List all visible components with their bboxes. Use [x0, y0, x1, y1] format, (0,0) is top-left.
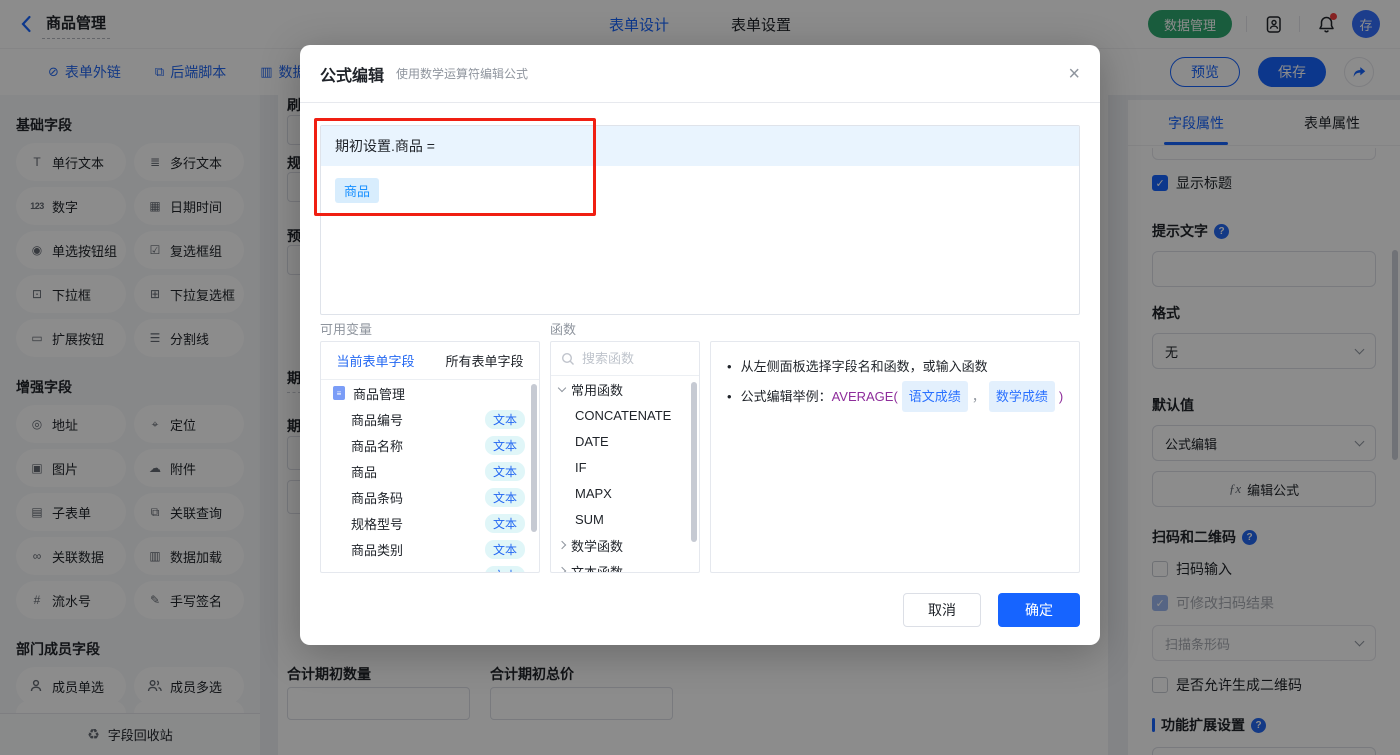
function-item[interactable]: SUM — [551, 506, 699, 532]
variable-item[interactable]: 商品 文本 — [321, 458, 539, 484]
variable-item[interactable]: 商品条码 文本 — [321, 484, 539, 510]
variable-item[interactable]: 文本 — [321, 562, 539, 572]
variable-item[interactable]: 商品编号 文本 — [321, 406, 539, 432]
tab-current-form-fields[interactable]: 当前表单字段 — [321, 342, 430, 379]
example-field-tag: 数学成绩 — [988, 381, 1055, 412]
field-type-badge: 文本 — [484, 409, 525, 429]
field-type-badge: 文本 — [484, 435, 525, 455]
function-item[interactable]: CONCATENATE — [551, 402, 699, 428]
modal-header: 公式编辑 使用数学运算符编辑公式 × — [300, 45, 1100, 103]
variables-scrollbar[interactable] — [531, 384, 537, 532]
chevron-right-icon — [557, 540, 567, 550]
tab-all-form-fields[interactable]: 所有表单字段 — [430, 342, 539, 379]
function-group-common[interactable]: 常用函数 — [551, 376, 699, 402]
chevron-down-icon — [557, 383, 567, 392]
function-group-math[interactable]: 数学函数 — [551, 532, 699, 558]
functions-pane: 常用函数 CONCATENATE DATE IF MAPX SUM 数学函数 文… — [550, 341, 700, 573]
function-search-input[interactable] — [582, 351, 682, 366]
example-function-close: ) — [1058, 389, 1064, 404]
annotation-highlight-box — [314, 118, 596, 216]
variables-tabs: 当前表单字段 所有表单字段 — [321, 342, 539, 380]
formula-help-pane: 从左侧面板选择字段名和函数，或输入函数 公式编辑举例： AVERAGE( 语文成… — [710, 341, 1080, 573]
cancel-button[interactable]: 取消 — [903, 593, 981, 627]
example-function-open: AVERAGE( — [831, 389, 898, 404]
field-type-badge: 文本 — [484, 487, 525, 507]
function-item[interactable]: DATE — [551, 428, 699, 454]
confirm-button[interactable]: 确定 — [998, 593, 1080, 627]
functions-scrollbar[interactable] — [691, 382, 697, 542]
field-type-badge: 文本 — [484, 461, 525, 481]
field-type-badge: 文本 — [484, 565, 525, 572]
chevron-right-icon — [557, 566, 567, 572]
form-designer-app: 商品管理 表单设计 表单设置 数据管理 存 ⊘ 表单外链 ⧉ 后端脚本 ▥ 预览… — [0, 0, 1400, 755]
variable-item[interactable]: 商品名称 文本 — [321, 432, 539, 458]
variables-tree-root[interactable]: ≡ 商品管理 — [321, 380, 539, 406]
field-type-badge: 文本 — [484, 539, 525, 559]
modal-subtitle: 使用数学运算符编辑公式 — [396, 67, 529, 81]
functions-pane-label: 函数 — [550, 322, 577, 337]
field-type-badge: 文本 — [484, 513, 525, 533]
variable-item[interactable]: 商品类别 文本 — [321, 536, 539, 562]
help-line-2: 公式编辑举例： AVERAGE( 语文成绩 ， 数学成绩 ) — [727, 381, 1063, 412]
modal-title: 公式编辑 — [320, 67, 385, 85]
function-item[interactable]: IF — [551, 454, 699, 480]
example-field-tag: 语文成绩 — [901, 381, 968, 412]
function-search — [551, 342, 699, 376]
variables-pane: 当前表单字段 所有表单字段 ≡ 商品管理 商品编号 文本 商品名称 文本 商品 文本 … — [320, 341, 540, 573]
search-icon — [561, 352, 574, 365]
variable-item[interactable]: 规格型号 文本 — [321, 510, 539, 536]
variables-pane-label: 可用变量 — [320, 322, 373, 337]
form-doc-icon: ≡ — [333, 386, 345, 400]
help-line-1: 从左侧面板选择字段名和函数，或输入函数 — [727, 352, 1063, 381]
close-icon[interactable]: × — [1068, 64, 1080, 84]
function-item[interactable]: MAPX — [551, 480, 699, 506]
function-group-text[interactable]: 文本函数 — [551, 558, 699, 572]
